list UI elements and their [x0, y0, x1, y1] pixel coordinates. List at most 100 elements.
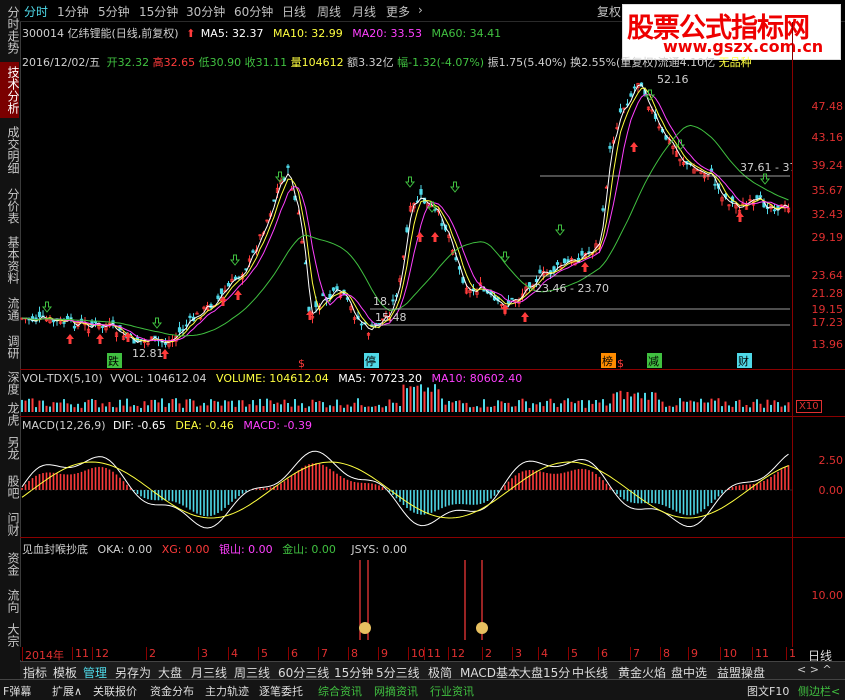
macd-axis: 2.50 0.00 — [792, 416, 845, 537]
sidebar-item[interactable]: 另龙 — [0, 430, 20, 466]
sidebar-item[interactable]: 深度 — [0, 368, 20, 398]
f10-button[interactable]: 图文F10 — [747, 683, 789, 699]
sell-arrow-icon — [759, 173, 771, 185]
sidebar-toggle[interactable]: 侧边栏< — [798, 683, 840, 699]
volume-bar — [378, 404, 380, 412]
volume-bar — [567, 398, 569, 412]
status-tab[interactable]: 关联报价 — [93, 683, 137, 699]
sidebar-item[interactable]: 股吧 — [0, 470, 20, 504]
date-tick: 6 — [288, 647, 298, 660]
date-tick: 2 — [146, 647, 156, 660]
volume-bar — [423, 391, 426, 412]
volume-bar — [770, 404, 772, 412]
volume-bar — [602, 399, 604, 412]
volume-bar — [735, 401, 737, 412]
more-arrow-icon[interactable]: › — [418, 3, 423, 17]
status-tab[interactable]: 主力轨迹 — [205, 683, 249, 699]
volume-bar — [521, 398, 524, 412]
date-tick: 3 — [512, 647, 522, 660]
volume-bar — [143, 401, 146, 412]
price-label: 18. — [373, 295, 391, 308]
volume-bar — [465, 402, 468, 412]
tab-60min[interactable]: 60分钟 — [234, 3, 273, 20]
volume-bar — [290, 406, 293, 412]
volume-bar — [528, 407, 531, 412]
ma60-line — [21, 124, 789, 337]
tab-daily[interactable]: 日线 — [282, 3, 306, 20]
volume-bar — [245, 406, 247, 412]
tab-15min[interactable]: 15分钟 — [139, 3, 178, 20]
tab-30min[interactable]: 30分钟 — [186, 3, 225, 20]
candle-body — [286, 165, 290, 168]
volume-bar — [241, 400, 244, 412]
sidebar-item[interactable]: 基本资料 — [0, 232, 20, 288]
status-tab[interactable]: 逐笔委托 — [259, 683, 303, 699]
low-label: 12.81 — [132, 347, 164, 360]
sidebar-item[interactable]: 流通 — [0, 292, 20, 326]
volume-bar — [409, 386, 412, 412]
status-tab[interactable]: F弹幕 — [3, 683, 31, 699]
volume-bar — [206, 405, 209, 412]
volume-bar — [49, 406, 51, 412]
sidebar-item[interactable]: 龙虎 — [0, 400, 20, 428]
sidebar-item[interactable]: 分时走势 — [0, 2, 20, 58]
volume-bar — [346, 404, 349, 412]
sidebar-item[interactable]: 大宗 — [0, 620, 20, 650]
tab-timeshare[interactable]: 分时 — [24, 3, 48, 20]
volume-bar — [542, 406, 545, 412]
sidebar-item[interactable]: 资金 — [0, 546, 20, 582]
status-tab[interactable]: 网摘资讯 — [374, 683, 418, 699]
vol-ma5-value: MA5: 70723.20 — [338, 372, 422, 385]
sidebar-item[interactable]: 技术分析 — [0, 62, 20, 118]
volume-bar — [430, 391, 433, 412]
volume-value: VOLUME: 104612.04 — [216, 372, 329, 385]
tab-weekly[interactable]: 周线 — [317, 3, 341, 20]
tab-monthly[interactable]: 月线 — [352, 3, 376, 20]
status-tab[interactable]: 行业资讯 — [430, 683, 474, 699]
sidebar-item[interactable]: 问财 — [0, 506, 20, 542]
volume-bar — [154, 399, 156, 412]
yinshan-value: 银山: 0.00 — [218, 543, 273, 556]
volume-bar — [651, 392, 653, 412]
volume-bar — [94, 399, 97, 412]
tab-more[interactable]: 更多 — [386, 3, 410, 20]
volume-bar — [217, 401, 219, 412]
jinshan-value: 金山: 0.00 — [282, 543, 336, 556]
candle-body — [359, 323, 364, 326]
restore-rights-button[interactable]: 复权 — [597, 3, 621, 20]
candle-body — [93, 321, 98, 324]
sidebar-item[interactable]: 成交明细 — [0, 122, 20, 178]
tab-1min[interactable]: 1分钟 — [57, 3, 89, 20]
volume-bar — [367, 406, 370, 412]
volume-bar — [283, 399, 286, 412]
sidebar-item[interactable]: 流向 — [0, 586, 20, 616]
date-tick: 9 — [378, 647, 388, 660]
volume-bar — [220, 405, 223, 412]
status-tab[interactable]: 资金分布 — [150, 683, 194, 699]
sidebar-item[interactable]: 分价表 — [0, 183, 20, 229]
status-tab[interactable]: 扩展∧ — [52, 683, 82, 699]
status-tab[interactable]: 综合资讯 — [318, 683, 362, 699]
tab-5min[interactable]: 5分钟 — [98, 3, 130, 20]
price-tick: 17.23 — [811, 316, 844, 329]
vvol-value: VVOL: 104612.04 — [110, 372, 207, 385]
dif-value: DIF: -0.65 — [113, 419, 166, 432]
volume-bar — [654, 392, 657, 412]
volume-bar — [539, 402, 541, 412]
tab-scroll-arrows[interactable]: < > ^ — [797, 663, 832, 676]
volume-bar — [787, 402, 790, 412]
volume-bar — [546, 400, 548, 412]
date-tick: 7 — [630, 647, 640, 660]
volume-bar — [640, 398, 643, 412]
buy-arrow-icon — [96, 334, 104, 344]
volume-bar — [462, 403, 464, 412]
date-tick: 9 — [688, 647, 698, 660]
volume-bar — [420, 384, 422, 412]
volume-bar — [150, 399, 153, 412]
candle-body — [331, 287, 336, 291]
money-bag-icon — [359, 622, 371, 634]
sidebar-item[interactable]: 调研 — [0, 330, 20, 364]
volume-bar — [353, 402, 356, 412]
macd-tick: 2.50 — [818, 454, 844, 467]
candle-body — [713, 183, 717, 186]
